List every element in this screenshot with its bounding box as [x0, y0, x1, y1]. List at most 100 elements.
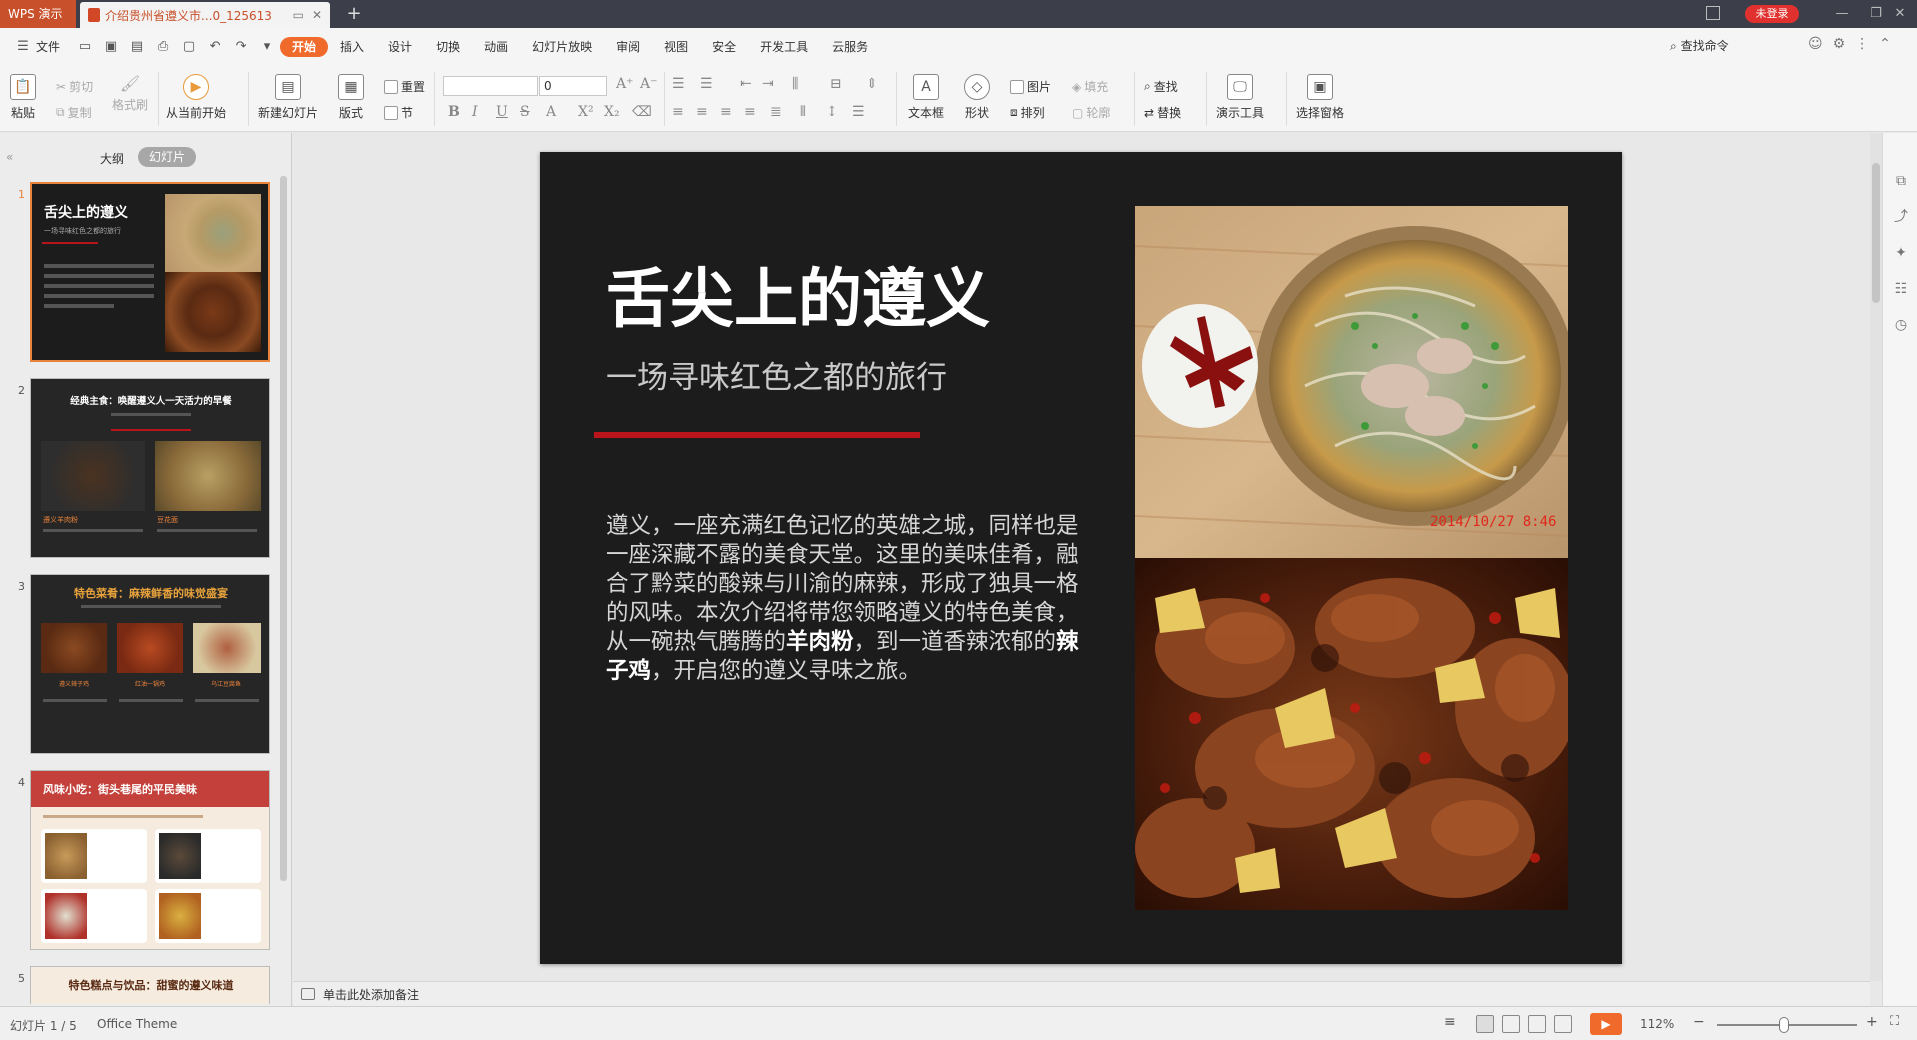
strikethrough-icon[interactable]: S	[520, 104, 530, 120]
tab-outline[interactable]: 大纲	[100, 150, 124, 167]
columns-icon[interactable]: ⫴	[800, 104, 806, 120]
login-button[interactable]: 未登录	[1745, 5, 1799, 23]
magic-icon[interactable]: ✦	[1893, 245, 1909, 261]
current-slide[interactable]: 舌尖上的遵义 一场寻味红色之都的旅行 遵义，一座充满红色记忆的英雄之城，同样也是…	[540, 152, 1622, 964]
zoom-slider-knob[interactable]	[1779, 1017, 1790, 1033]
copy-button[interactable]: ⧉ 复制	[56, 104, 92, 121]
tab-animations[interactable]: 动画	[472, 37, 520, 57]
underline-icon[interactable]: U	[496, 104, 508, 120]
save-icon[interactable]: ▣	[102, 38, 120, 56]
new-slide-button[interactable]: ▤ 新建幻灯片	[258, 74, 318, 121]
collapse-panel-icon[interactable]: «	[6, 150, 13, 164]
mutton-noodle-photo[interactable]: 2014/10/27 8:46	[1135, 206, 1568, 558]
tab-home[interactable]: 开始	[280, 37, 329, 57]
print-icon[interactable]: ⎙	[154, 38, 172, 56]
bold-icon[interactable]: B	[448, 104, 460, 120]
font-name-select[interactable]	[443, 76, 538, 96]
red-divider-bar[interactable]	[594, 432, 920, 438]
shape-button[interactable]: ◇ 形状	[964, 74, 990, 121]
hamburger-menu-icon[interactable]: ☰	[14, 38, 32, 56]
decrease-indent-icon[interactable]: ⇤	[740, 76, 752, 92]
slide-thumbnail-5[interactable]: 特色糕点与饮品：甜蜜的遵义味道	[30, 966, 270, 1004]
collapse-ribbon-icon[interactable]: ⌃	[1879, 36, 1891, 52]
notes-pane[interactable]: 单击此处添加备注	[293, 981, 1870, 1006]
slide-thumbnail-3[interactable]: 特色菜肴：麻辣鲜香的味觉盛宴 遵义辣子鸡 红油一锅鸡 乌江豆腐鱼	[30, 574, 270, 754]
zoom-out-icon[interactable]: −	[1693, 1014, 1705, 1030]
slide-thumbnail-2[interactable]: 经典主食：唤醒遵义人一天活力的早餐 遵义羊肉粉 豆花面	[30, 378, 270, 558]
export-pdf-icon[interactable]: ▤	[128, 38, 146, 56]
open-folder-icon[interactable]: ▭	[76, 38, 94, 56]
numbered-list-icon[interactable]: ☰	[700, 76, 713, 92]
tab-design[interactable]: 设计	[376, 37, 424, 57]
align-left-icon[interactable]: ≡	[672, 104, 684, 120]
tab-cloud-services[interactable]: 云服务	[820, 37, 880, 57]
outline-button[interactable]: ▢ 轮廓	[1072, 104, 1110, 121]
increase-indent-icon[interactable]: ⇥	[762, 76, 774, 92]
distribute-icon[interactable]: ≣	[770, 104, 782, 120]
replace-button[interactable]: ⇄ 替换	[1144, 104, 1181, 121]
section-button[interactable]: 节	[384, 104, 413, 121]
cut-button[interactable]: ✂ 剪切	[56, 78, 93, 95]
tab-security[interactable]: 安全	[700, 37, 748, 57]
more-icon[interactable]: ⋮	[1855, 36, 1869, 52]
window-layout-icon[interactable]	[1706, 6, 1720, 20]
slide-sorter-view-icon[interactable]	[1502, 1015, 1520, 1033]
slide-subtitle[interactable]: 一场寻味红色之都的旅行	[606, 352, 947, 397]
font-size-select[interactable]: 0	[539, 76, 607, 96]
close-window-icon[interactable]: ✕	[1883, 0, 1917, 28]
adjust-icon[interactable]: ☷	[1893, 281, 1909, 297]
slide-body-text[interactable]: 遵义，一座充满红色记忆的英雄之城，同样也是一座深藏不露的美食天堂。这里的美味佳肴…	[606, 512, 1081, 686]
file-menu[interactable]: 文件	[36, 37, 72, 57]
justify-icon[interactable]: ≡	[744, 104, 756, 120]
tab-developer[interactable]: 开发工具	[748, 37, 820, 57]
subscript-icon[interactable]: X₂	[604, 104, 620, 120]
presentation-tools-button[interactable]: 🖵 演示工具	[1216, 74, 1264, 121]
format-painter-button[interactable]: 🖌 格式刷	[112, 74, 148, 113]
thumbnail-scrollbar[interactable]	[280, 176, 287, 881]
fill-button[interactable]: ◈ 填充	[1072, 78, 1108, 95]
document-tab[interactable]: 介绍贵州省遵义市...0_125613 ▭ ✕	[80, 2, 330, 28]
new-tab-button[interactable]: +	[342, 2, 366, 26]
search-command[interactable]: ⌕ 查找命令	[1670, 37, 1729, 54]
selection-pane-button[interactable]: ▣ 选择窗格	[1296, 74, 1344, 121]
align-text-icon[interactable]: ⊟	[830, 76, 842, 92]
increase-font-icon[interactable]: A⁺	[616, 76, 634, 92]
tab-close-icon[interactable]: ✕	[312, 8, 322, 22]
scrollbar-thumb[interactable]	[1872, 163, 1880, 303]
feedback-icon[interactable]: ☺	[1808, 36, 1823, 52]
fit-window-icon[interactable]: ⛶	[1890, 1014, 1899, 1029]
reset-button[interactable]: 重置	[384, 78, 425, 95]
clear-format-icon[interactable]: ⌫	[632, 104, 652, 120]
share-icon[interactable]: ⤴	[1893, 209, 1909, 225]
font-color-icon[interactable]: A	[546, 104, 556, 120]
zoom-level[interactable]: 112%	[1640, 1017, 1674, 1031]
editor-scrollbar[interactable]	[1870, 133, 1882, 981]
slide-thumbnail-1[interactable]: 舌尖上的遵义 一场寻味红色之都的旅行	[30, 182, 270, 362]
spicy-chicken-photo[interactable]	[1135, 558, 1568, 910]
zoom-in-icon[interactable]: +	[1866, 1014, 1878, 1030]
bullet-list-icon[interactable]: ☰	[672, 76, 685, 92]
tab-transitions[interactable]: 切换	[424, 37, 472, 57]
tab-view[interactable]: 视图	[652, 37, 700, 57]
app-name[interactable]: WPS 演示	[0, 0, 76, 28]
align-center-icon[interactable]: ≡	[696, 104, 708, 120]
settings-gear-icon[interactable]: ⚙	[1833, 36, 1846, 52]
tab-pin-icon[interactable]: ▭	[293, 8, 304, 22]
notes-toggle-icon[interactable]: ≡	[1444, 1014, 1456, 1030]
line-spacing-icon[interactable]: ⇕	[866, 76, 878, 92]
layout-button[interactable]: ▦ 版式	[338, 74, 364, 121]
normal-view-icon[interactable]	[1476, 1015, 1494, 1033]
decrease-font-icon[interactable]: A⁻	[640, 76, 658, 92]
tab-slides[interactable]: 幻灯片	[138, 147, 196, 167]
picture-button[interactable]: 图片	[1010, 78, 1051, 95]
presenter-view-icon[interactable]	[1554, 1015, 1572, 1033]
align-right-icon[interactable]: ≡	[720, 104, 732, 120]
undo-icon[interactable]: ↶	[206, 38, 224, 56]
textbox-button[interactable]: A 文本框	[908, 74, 944, 121]
from-current-slide-button[interactable]: ▶ 从当前开始	[166, 74, 226, 121]
italic-icon[interactable]: I	[472, 104, 478, 120]
quick-access-dropdown-icon[interactable]: ▾	[258, 38, 276, 56]
superscript-icon[interactable]: X²	[578, 104, 594, 120]
paste-button[interactable]: 📋 粘贴	[10, 74, 36, 121]
spacing-icon[interactable]: ↕	[826, 104, 838, 120]
